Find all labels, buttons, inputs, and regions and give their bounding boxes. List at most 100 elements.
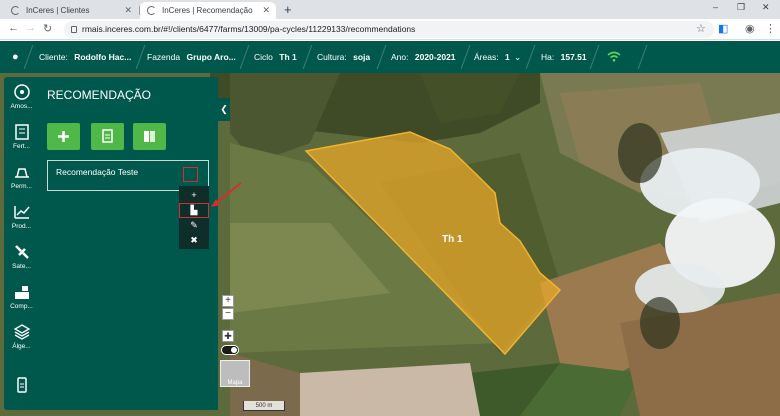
cliente-label: Cliente:	[39, 52, 68, 62]
header-ha: Ha: 157.51	[541, 41, 587, 73]
sidebar-item-algebra[interactable]: Álge...	[4, 321, 39, 361]
collapse-panel-button[interactable]: ❮	[218, 98, 230, 121]
productivity-icon	[13, 206, 30, 219]
cliente-value: Rodolfo Hac...	[74, 52, 132, 62]
field-label: Th 1	[442, 234, 463, 245]
maximize-button[interactable]: ❐	[737, 2, 745, 13]
wifi-icon	[607, 51, 621, 62]
header-separator	[239, 45, 250, 69]
tab-title: InCeres | Recomendação	[162, 6, 253, 15]
ano-label: Ano:	[391, 52, 409, 62]
close-window-button[interactable]: ✕	[762, 2, 770, 13]
translate-icon[interactable]: ◧	[718, 22, 728, 35]
sidebar-item-label: Fert...	[13, 143, 30, 150]
areas-value: 1	[504, 52, 510, 62]
reload-icon[interactable]: ↻	[43, 22, 52, 35]
ha-value: 157.51	[560, 52, 587, 62]
loading-icon	[147, 6, 156, 15]
url-input[interactable]: rmais.inceres.com.br/#!/clients/6477/far…	[64, 21, 714, 38]
header-separator	[589, 45, 600, 69]
zoom-in-button[interactable]: +	[222, 295, 234, 307]
app-header: ● Cliente: Rodolfo Hac... Fazenda Grupo …	[0, 41, 780, 73]
forward-icon[interactable]: →	[25, 22, 36, 34]
user-icon[interactable]: ●	[12, 41, 19, 73]
browser-tab-bar: InCeres | Clientes ✕ InCeres | Recomenda…	[0, 0, 780, 19]
close-tab-icon[interactable]: ✕	[124, 5, 132, 16]
chevron-down-icon: ⌄	[514, 52, 522, 62]
composition-icon	[14, 286, 29, 299]
sidebar-item-satelite[interactable]: Sate...	[4, 241, 39, 281]
fullscreen-button[interactable]: ✚	[222, 330, 234, 342]
fertility-icon	[14, 124, 29, 140]
star-icon[interactable]: ☆	[696, 22, 706, 35]
header-separator	[525, 45, 536, 69]
sidebar-item-permissao[interactable]: Perm...	[4, 161, 39, 201]
browser-tab-recomendacao[interactable]: InCeres | Recomendação ✕	[140, 2, 276, 19]
minimize-button[interactable]: –	[713, 2, 718, 12]
header-cultura[interactable]: Cultura: soja	[317, 41, 370, 73]
tab-title: InCeres | Clientes	[26, 6, 90, 15]
header-separator	[376, 45, 387, 69]
sidebar-item-label: Amos...	[10, 103, 33, 110]
sidebar-item-amostragem[interactable]: Amos...	[4, 81, 39, 121]
zoom-out-button[interactable]: −	[222, 308, 234, 320]
layers-icon	[13, 324, 30, 340]
sampling-icon	[13, 84, 30, 100]
panel-title: RECOMENDAÇÃO	[47, 88, 152, 102]
cultura-value: soja	[353, 52, 371, 62]
apply-prescription-button[interactable]	[133, 123, 166, 150]
layer-toggle[interactable]	[221, 345, 239, 355]
export-pdf-button[interactable]	[91, 123, 124, 150]
header-separator	[135, 45, 146, 69]
add-recommendation-button[interactable]	[47, 123, 80, 150]
areas-label: Áreas:	[474, 52, 499, 62]
browser-tab-clientes[interactable]: InCeres | Clientes ✕	[4, 2, 138, 19]
permission-icon	[14, 168, 29, 178]
address-bar: ← → ↻ rmais.inceres.com.br/#!/clients/64…	[0, 19, 780, 40]
sidebar-item-composicao[interactable]: Comp...	[4, 281, 39, 321]
prescription-icon	[144, 131, 155, 142]
menu-icon[interactable]: ⋮	[765, 22, 776, 35]
dropdown-edit-icon[interactable]: ✎	[179, 218, 209, 233]
sidebar-item-mobile[interactable]	[4, 374, 39, 414]
dropdown-delete-icon[interactable]: ✖	[179, 233, 209, 248]
mobile-icon	[16, 377, 27, 393]
new-tab-button[interactable]: +	[284, 2, 292, 17]
ciclo-label: Ciclo	[254, 52, 273, 62]
sidebar-item-label: Perm...	[11, 183, 32, 190]
header-areas[interactable]: Áreas: 1 ⌄	[474, 41, 521, 73]
header-ciclo[interactable]: Ciclo Th 1	[254, 41, 297, 73]
annotation-arrow	[211, 182, 242, 207]
basemap-thumbnail[interactable]: Mapa	[220, 360, 250, 387]
ano-value: 2020-2021	[414, 52, 456, 62]
satellite-icon	[14, 245, 29, 259]
sidebar-item-produtividade[interactable]: Prod...	[4, 201, 39, 241]
header-separator	[302, 45, 313, 69]
recommendation-menu-toggle[interactable]	[183, 167, 198, 182]
back-icon[interactable]: ←	[8, 22, 19, 34]
header-separator	[460, 45, 471, 69]
sidebar-item-label: Sate...	[12, 263, 31, 270]
fazenda-value: Grupo Aro...	[186, 52, 236, 62]
header-separator	[23, 45, 34, 69]
cultura-label: Cultura:	[317, 52, 347, 62]
recommendation-name: Recomendação Teste	[56, 167, 139, 177]
header-ano[interactable]: Ano: 2020-2021	[391, 41, 456, 73]
sidebar-item-label: Comp...	[10, 303, 33, 310]
sidebar-item-label: Álge...	[12, 343, 31, 350]
close-tab-icon[interactable]: ✕	[262, 5, 270, 16]
ha-label: Ha:	[541, 52, 555, 62]
sidebar: Amos... Fert... Perm... Prod... Sate... …	[4, 77, 39, 410]
loading-icon	[11, 6, 20, 15]
sidebar-item-fertilidade[interactable]: Fert...	[4, 121, 39, 161]
lock-icon[interactable]	[71, 26, 77, 33]
fazenda-label: Fazenda	[147, 52, 181, 62]
ciclo-value: Th 1	[279, 52, 297, 62]
profile-icon[interactable]: ◉	[745, 22, 755, 35]
plus-icon	[58, 131, 69, 142]
header-cliente[interactable]: Cliente: Rodolfo Hac...	[39, 41, 131, 73]
header-separator	[637, 45, 648, 69]
header-fazenda[interactable]: Fazenda Grupo Aro...	[147, 41, 236, 73]
sidebar-item-label: Prod...	[11, 223, 32, 230]
url-text: rmais.inceres.com.br/#!/clients/6477/far…	[82, 24, 416, 34]
